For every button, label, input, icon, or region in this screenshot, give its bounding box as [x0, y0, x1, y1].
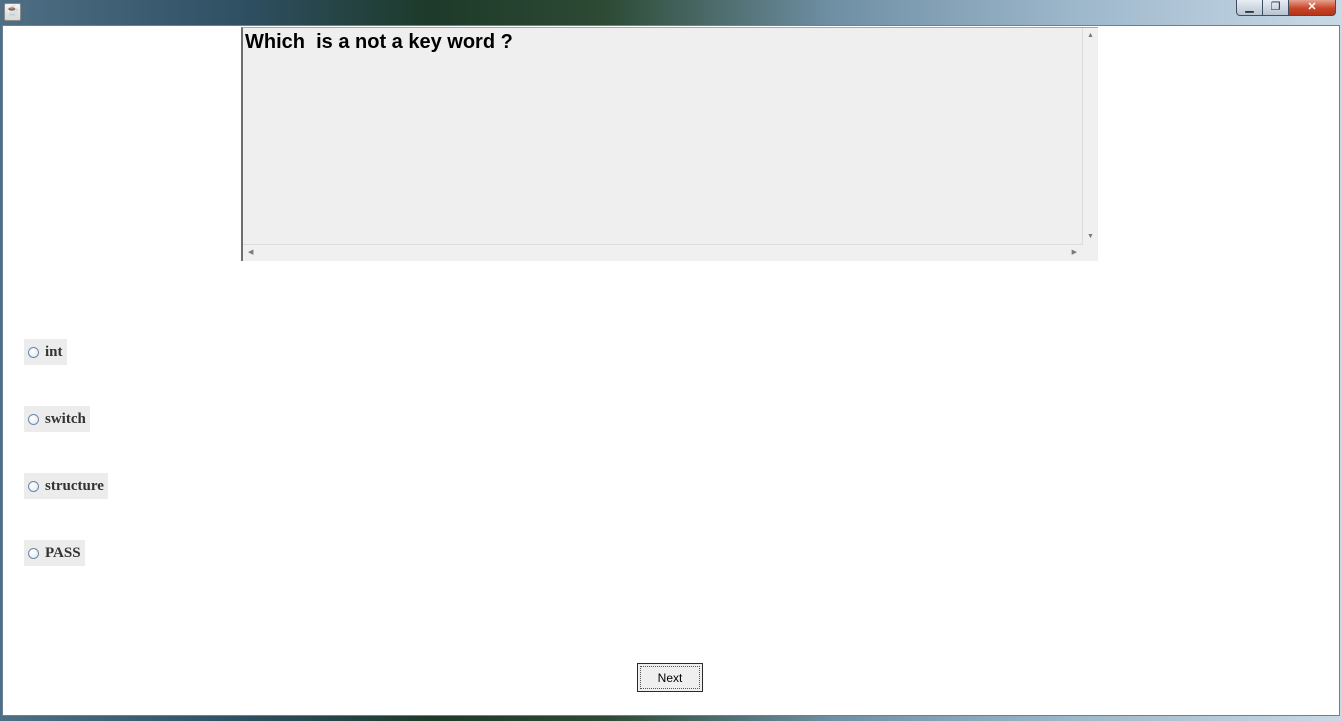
option-label: structure	[45, 477, 104, 494]
window-titlebar[interactable]: ☕ ▁ ❐ ✕	[0, 0, 1342, 25]
option-label: PASS	[45, 544, 81, 561]
radio-button[interactable]	[28, 346, 39, 358]
maximize-icon[interactable]: ❐	[1263, 0, 1289, 16]
option-label: int	[45, 343, 63, 360]
java-app-icon: ☕	[4, 3, 21, 21]
minimize-icon[interactable]: ▁	[1236, 0, 1263, 16]
scroll-right-icon[interactable]: ▶	[1072, 249, 1077, 257]
radio-button[interactable]	[28, 480, 39, 492]
close-icon[interactable]: ✕	[1289, 0, 1336, 16]
option-label: switch	[45, 410, 86, 427]
scroll-corner	[1083, 245, 1098, 261]
radio-button[interactable]	[28, 547, 39, 559]
scroll-up-icon[interactable]: ▲	[1087, 32, 1094, 40]
scroll-left-icon[interactable]: ◀	[248, 249, 253, 257]
option-switch[interactable]: switch	[24, 406, 90, 432]
question-text-area[interactable]: Which is a not a key word ? ▲ ▼ ◀ ▶	[241, 27, 1098, 261]
option-pass[interactable]: PASS	[24, 540, 85, 566]
radio-button[interactable]	[28, 413, 39, 425]
option-int[interactable]: int	[24, 339, 67, 365]
quiz-window: Which is a not a key word ? ▲ ▼ ◀ ▶ int …	[2, 25, 1340, 716]
next-button[interactable]: Next	[637, 663, 703, 692]
scroll-down-icon[interactable]: ▼	[1087, 233, 1094, 241]
window-controls: ▁ ❐ ✕	[1236, 0, 1336, 17]
focus-ring	[640, 666, 700, 689]
question-text: Which is a not a key word ?	[245, 31, 513, 53]
option-structure[interactable]: structure	[24, 473, 108, 499]
vertical-scrollbar[interactable]: ▲ ▼	[1082, 28, 1098, 245]
horizontal-scrollbar[interactable]: ◀ ▶	[243, 244, 1083, 261]
